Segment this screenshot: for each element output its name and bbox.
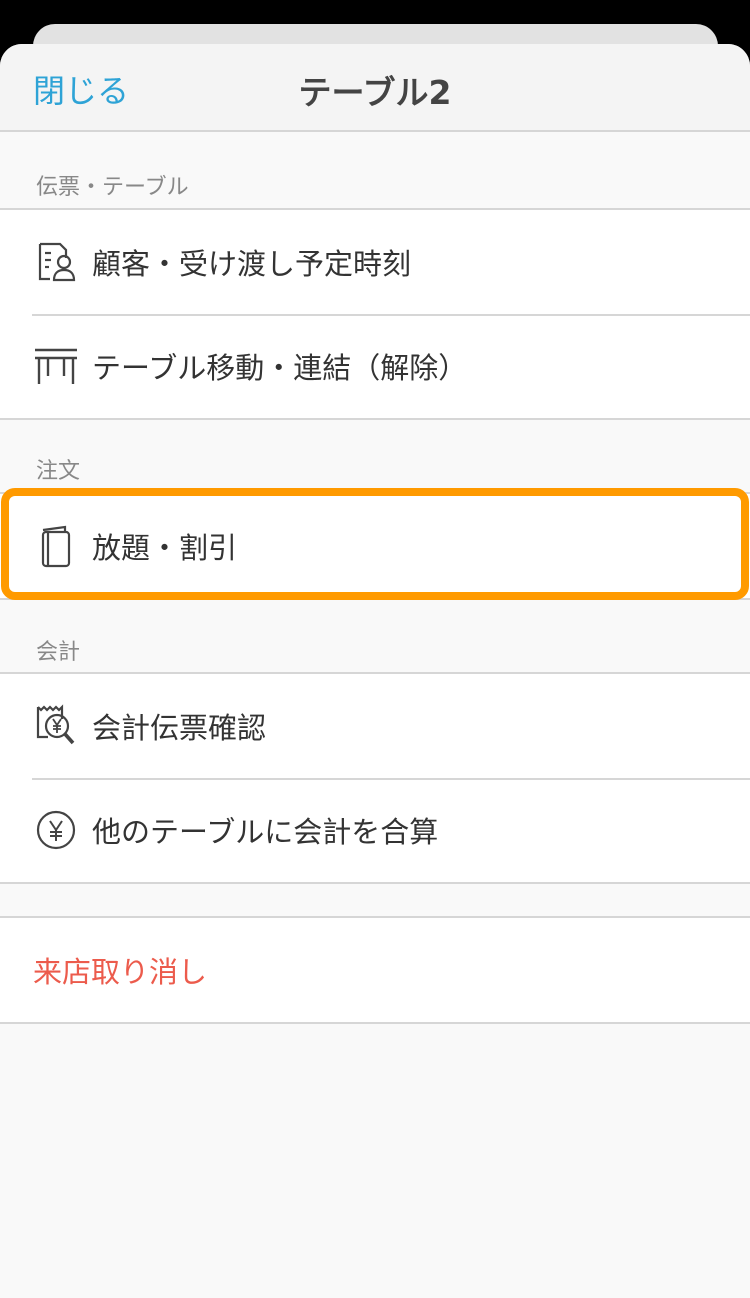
- merge-payment-item[interactable]: 他のテーブルに会計を合算: [0, 778, 750, 882]
- table-icon: [33, 343, 79, 389]
- section-header-slip-table: 伝票・テーブル: [36, 175, 189, 200]
- check-receipt-item[interactable]: 会計伝票確認: [0, 674, 750, 778]
- section-header-payment: 会計: [36, 640, 81, 665]
- customer-icon: [33, 239, 79, 285]
- table-move-merge-label: テーブル移動・連結（解除）: [92, 351, 468, 385]
- page-title: テーブル2: [298, 73, 452, 112]
- merge-payment-label: 他のテーブルに会計を合算: [92, 815, 439, 849]
- action-sheet: 閉じる テーブル2 伝票・テーブル 顧客・受け渡し予定時刻 テーブル移動・連結（…: [0, 44, 750, 1298]
- group-slip-table: 顧客・受け渡し予定時刻 テーブル移動・連結（解除）: [0, 208, 750, 420]
- menu-book-icon: [33, 523, 79, 569]
- all-you-can-discount-item[interactable]: 放題・割引: [0, 494, 750, 598]
- yen-circle-icon: [33, 807, 79, 853]
- customer-pickup-time-item[interactable]: 顧客・受け渡し予定時刻: [0, 210, 750, 314]
- section-header-order: 注文: [36, 459, 81, 484]
- table-move-merge-item[interactable]: テーブル移動・連結（解除）: [0, 314, 750, 418]
- nav-bar: 閉じる テーブル2: [0, 44, 750, 132]
- receipt-search-icon: [33, 703, 79, 749]
- group-cancel: 来店取り消し: [0, 916, 750, 1024]
- group-order: 放題・割引: [0, 492, 750, 600]
- customer-pickup-time-label: 顧客・受け渡し予定時刻: [92, 247, 412, 281]
- check-receipt-label: 会計伝票確認: [92, 711, 267, 745]
- group-payment: 会計伝票確認 他のテーブルに会計を合算: [0, 672, 750, 884]
- cancel-visit-label: 来店取り消し: [33, 955, 208, 989]
- all-you-can-discount-label: 放題・割引: [92, 531, 238, 565]
- cancel-visit-item[interactable]: 来店取り消し: [0, 918, 750, 1022]
